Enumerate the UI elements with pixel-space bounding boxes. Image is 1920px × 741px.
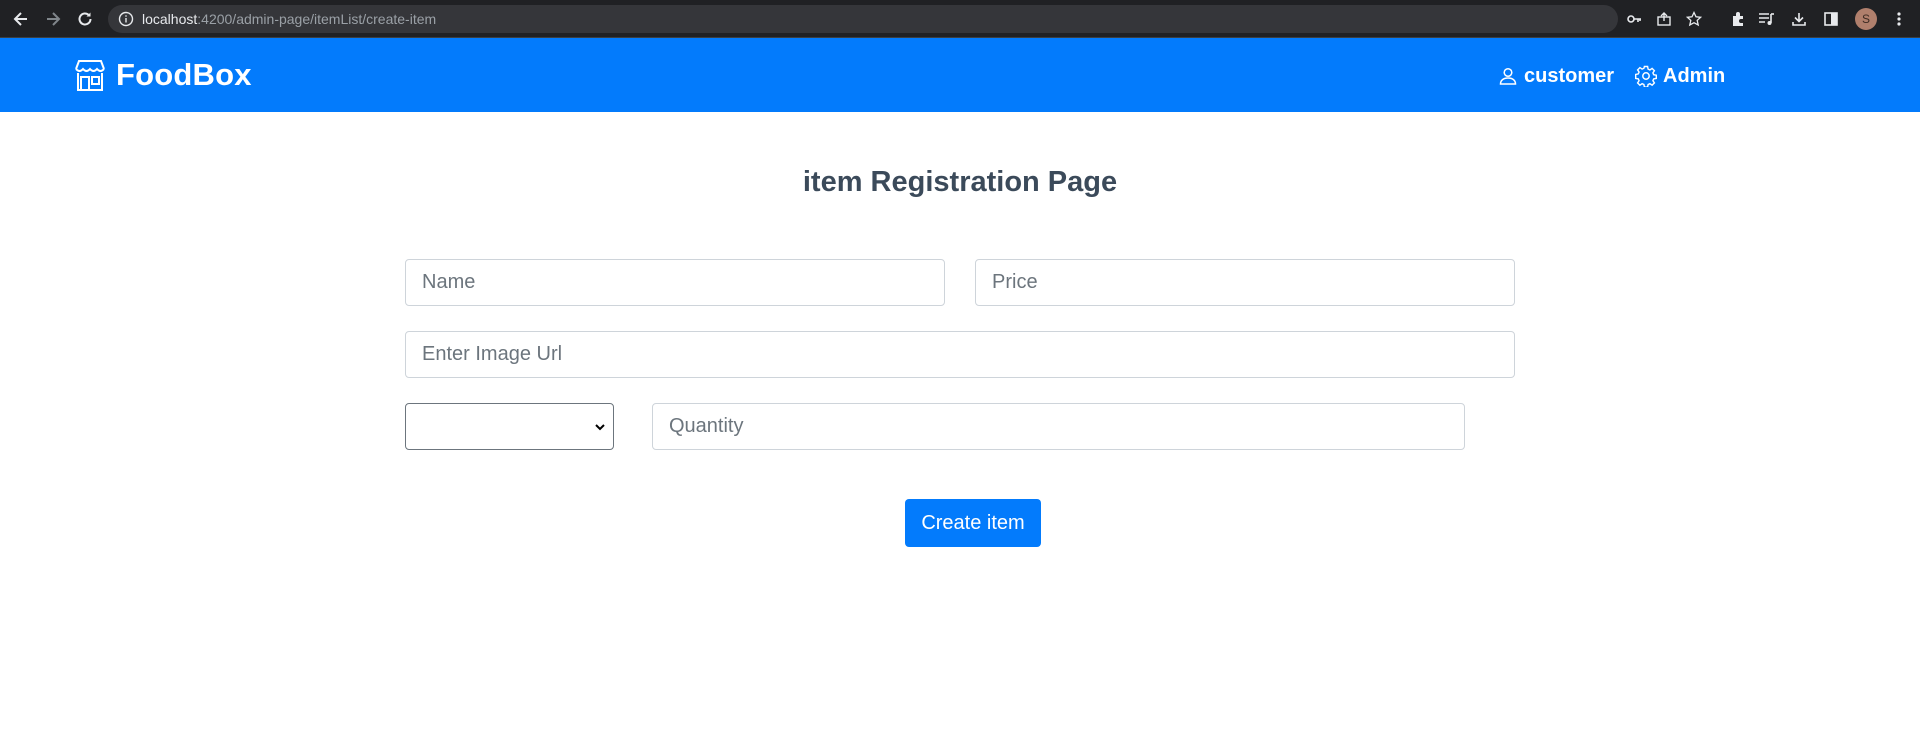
download-icon[interactable] — [1789, 9, 1809, 29]
nav-customer-label: customer — [1524, 64, 1615, 87]
image-url-input[interactable] — [406, 332, 1514, 377]
app-navbar: FoodBox customer Admin — [0, 38, 1920, 112]
extensions-icon[interactable] — [1728, 9, 1748, 29]
back-icon[interactable] — [11, 9, 31, 29]
site-info-icon[interactable] — [118, 11, 134, 27]
name-field[interactable] — [405, 259, 945, 306]
category-select[interactable] — [405, 403, 614, 450]
create-item-button[interactable]: Create item — [905, 499, 1041, 547]
url-host: localhost — [142, 11, 198, 27]
person-icon — [1499, 67, 1517, 85]
side-panel-icon[interactable] — [1821, 9, 1841, 29]
url-path: :4200/admin-page/itemList/create-item — [197, 11, 437, 27]
quantity-field[interactable] — [652, 403, 1465, 450]
forward-icon[interactable] — [43, 9, 63, 29]
quantity-input[interactable] — [653, 404, 1464, 449]
chrome-menu-icon[interactable] — [1889, 9, 1909, 29]
category-dropdown[interactable] — [406, 404, 613, 449]
address-bar[interactable]: localhost:4200/admin-page/itemList/creat… — [108, 5, 1703, 33]
gear-icon — [1635, 65, 1657, 87]
nav-customer-link[interactable]: customer — [1498, 60, 1614, 92]
brand-name: FoodBox — [116, 57, 252, 92]
price-input[interactable] — [976, 260, 1514, 305]
name-input[interactable] — [406, 260, 944, 305]
profile-avatar[interactable]: S — [1855, 8, 1877, 30]
price-field[interactable] — [975, 259, 1515, 306]
browser-toolbar: localhost:4200/admin-page/itemList/creat… — [0, 0, 1920, 38]
shop-icon — [75, 60, 105, 91]
key-icon[interactable] — [1626, 11, 1642, 27]
reload-icon[interactable] — [75, 9, 95, 29]
bookmark-star-icon[interactable] — [1685, 10, 1703, 27]
media-queue-icon[interactable] — [1757, 9, 1777, 29]
url-text: localhost:4200/admin-page/itemList/creat… — [142, 5, 436, 33]
page-title: item Registration Page — [802, 166, 1118, 198]
nav-admin-link[interactable]: Admin — [1635, 60, 1725, 92]
brand-link[interactable]: FoodBox — [72, 53, 252, 97]
share-icon[interactable] — [1656, 11, 1672, 27]
image-url-field[interactable] — [405, 331, 1515, 378]
nav-admin-label: Admin — [1663, 64, 1726, 87]
